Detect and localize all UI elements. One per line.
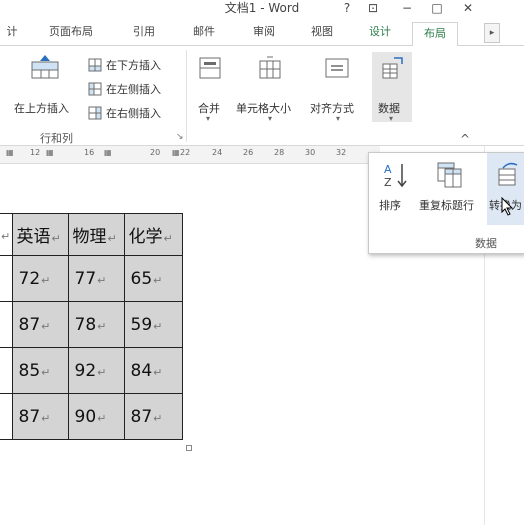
minimize-button[interactable]: − — [396, 0, 418, 16]
table-row: 87↵ 90↵ 87↵ — [0, 393, 183, 440]
table-header-row: ↵ 英语↵ 物理↵ 化学↵ — [0, 213, 183, 256]
table-cell[interactable]: 87↵ — [11, 393, 69, 440]
table-cell[interactable]: 90↵ — [67, 393, 125, 440]
table-header-cell[interactable]: 英语↵ — [11, 213, 69, 256]
insert-right-label: 在右侧插入 — [106, 107, 161, 120]
table-cell[interactable]: 84↵ — [123, 347, 183, 394]
tab-view[interactable]: 视图 — [302, 18, 342, 46]
insert-right-button[interactable]: 在右侧插入 — [88, 104, 182, 122]
alignment-button[interactable]: 对齐方式 ▾ — [310, 52, 366, 123]
alignment-label: 对齐方式 — [310, 102, 354, 115]
insert-above-button[interactable]: 在上方插入 — [10, 52, 86, 115]
chevron-down-icon: ▾ — [206, 114, 211, 123]
close-button[interactable]: ✕ — [457, 0, 479, 16]
tab-scroll-right-icon[interactable]: ▸ — [484, 23, 500, 43]
collapse-ribbon-icon[interactable]: ^ — [460, 132, 470, 146]
insert-right-icon — [88, 106, 102, 120]
repeat-header-label: 重复标题行 — [419, 199, 474, 212]
table-cell[interactable]: 59↵ — [123, 301, 183, 348]
sort-label: 排序 — [379, 199, 401, 212]
table-cell-partial[interactable] — [0, 393, 13, 440]
ribbon-tabs: 计 页面布局 引用 邮件 审阅 视图 设计 布局 — [0, 18, 524, 47]
table-cell[interactable]: 78↵ — [67, 301, 125, 348]
table-cell[interactable]: 87↵ — [123, 393, 183, 440]
table-cell[interactable]: 85↵ — [11, 347, 69, 394]
repeat-header-rows-button[interactable]: 重复标题行 — [417, 157, 483, 213]
maximize-button[interactable]: □ — [426, 0, 448, 16]
alignment-icon — [325, 58, 349, 78]
rows-columns-group-label: 行和列 — [40, 132, 73, 145]
cell-size-label: 单元格大小 — [236, 102, 291, 115]
ruler-tick: 20 — [150, 148, 161, 157]
tab-review[interactable]: 审阅 — [244, 18, 284, 46]
ruler-tick: 24 — [212, 148, 223, 157]
mouse-cursor-icon — [501, 197, 514, 216]
table-resize-handle[interactable] — [186, 445, 192, 451]
ruler-tick: 28 — [274, 148, 285, 157]
ruler-tick: 26 — [243, 148, 254, 157]
dialog-launcher-icon[interactable]: ↘ — [176, 132, 184, 142]
table-container: ↵ 英语↵ 物理↵ 化学↵ 72↵ 77↵ 65↵ 87↵ 78↵ 59↵ 85… — [0, 213, 192, 451]
table-cell[interactable]: 65↵ — [123, 255, 183, 302]
cell-size-icon — [259, 56, 281, 79]
sort-button[interactable]: A Z 排序 — [375, 157, 415, 213]
convert-to-text-icon — [498, 162, 518, 186]
horizontal-ruler[interactable]: ▦ 12 ▦ 16 ▦ 20 ▦ 22 24 26 28 30 32 — [0, 146, 380, 164]
cell-size-button[interactable]: 单元格大小 ▾ — [234, 52, 306, 123]
insert-above-icon — [31, 55, 59, 79]
chevron-down-icon: ▾ — [336, 114, 341, 123]
tab-mailings[interactable]: 邮件 — [184, 18, 224, 46]
help-button[interactable]: ? — [336, 0, 358, 16]
table-cell-partial[interactable]: ↵ — [0, 213, 13, 256]
insert-left-icon — [88, 82, 102, 96]
ruler-tick: 16 — [84, 148, 95, 157]
insert-below-icon — [88, 58, 102, 72]
grades-table[interactable]: ↵ 英语↵ 物理↵ 化学↵ 72↵ 77↵ 65↵ 87↵ 78↵ 59↵ 85… — [0, 213, 183, 440]
ruler-tick: 32 — [336, 148, 347, 157]
group-separator — [186, 50, 187, 142]
repeat-header-icon — [437, 162, 462, 188]
svg-text:A: A — [384, 163, 392, 176]
chevron-down-icon: ▾ — [268, 114, 273, 123]
table-header-cell[interactable]: 物理↵ — [67, 213, 125, 256]
merge-button[interactable]: 合并 ▾ — [192, 52, 228, 123]
insert-below-button[interactable]: 在下方插入 — [88, 56, 182, 74]
table-cell-partial[interactable] — [0, 347, 13, 394]
tab-page-layout[interactable]: 页面布局 — [36, 18, 106, 46]
title-bar: 文档1 - Word ? ⊡ − □ ✕ — [0, 0, 524, 17]
insert-left-button[interactable]: 在左侧插入 — [88, 80, 182, 98]
tab-table-layout[interactable]: 布局 — [412, 22, 458, 47]
ruler-tick: 12 — [30, 148, 41, 157]
data-button[interactable]: 数据 ▾ — [372, 52, 412, 123]
data-icon — [382, 57, 403, 79]
svg-text:Z: Z — [384, 176, 392, 189]
data-group-label: 数据 — [475, 237, 497, 250]
table-cell[interactable]: 72↵ — [11, 255, 69, 302]
ribbon: 在上方插入 在下方插入 在左侧插入 在右侧插入 行和列 ↘ 合并 ▾ 单元格大小… — [0, 46, 524, 146]
table-cell-partial[interactable] — [0, 301, 13, 348]
tab-table-design[interactable]: 设计 — [360, 18, 400, 46]
data-dropdown-panel: A Z 排序 重复标题行 转换为 数据 — [368, 152, 524, 254]
convert-to-text-button[interactable]: 转换为 — [487, 153, 524, 225]
ribbon-display-options-icon[interactable]: ⊡ — [362, 0, 384, 16]
merge-icon — [199, 57, 221, 79]
ruler-tick: 22 — [180, 148, 191, 157]
table-cell[interactable]: 87↵ — [11, 301, 69, 348]
table-cell[interactable]: 77↵ — [67, 255, 125, 302]
table-row: 87↵ 78↵ 59↵ — [0, 301, 183, 348]
ruler-tick: 30 — [305, 148, 316, 157]
tab-design-partial[interactable]: 计 — [4, 18, 20, 46]
table-cell-partial[interactable] — [0, 255, 13, 302]
table-row: 85↵ 92↵ 84↵ — [0, 347, 183, 394]
insert-below-label: 在下方插入 — [106, 59, 161, 72]
table-row: 72↵ 77↵ 65↵ — [0, 255, 183, 302]
chevron-down-icon: ▾ — [389, 114, 394, 123]
table-header-cell[interactable]: 化学↵ — [123, 213, 183, 256]
tab-references[interactable]: 引用 — [124, 18, 164, 46]
sort-icon: A Z — [384, 163, 407, 189]
insert-above-label: 在上方插入 — [14, 102, 69, 115]
insert-left-label: 在左侧插入 — [106, 83, 161, 96]
table-cell[interactable]: 92↵ — [67, 347, 125, 394]
